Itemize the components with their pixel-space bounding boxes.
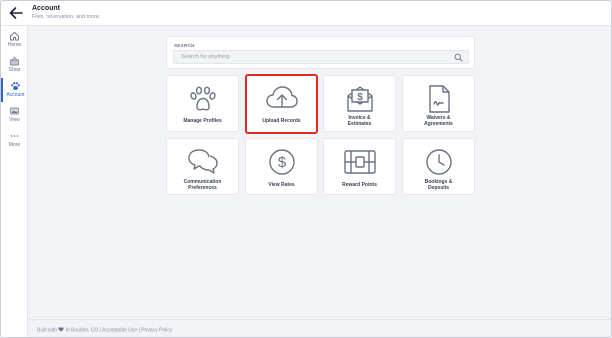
- footer-text: Built with in Boulder, CO | Acceptable U…: [37, 327, 172, 334]
- search-label: SEARCH: [174, 43, 195, 48]
- sidebar-item-shop[interactable]: Shop: [1, 53, 28, 77]
- tile-waivers-agreements[interactable]: Waivers & Agreements: [402, 75, 475, 132]
- back-arrow-icon[interactable]: [8, 5, 24, 21]
- tile-label-2: Agreements: [424, 121, 453, 127]
- sidebar-item-label: Shop: [8, 67, 21, 73]
- tile-label-2: Deposits: [427, 185, 450, 191]
- heart-icon: [58, 327, 65, 332]
- footer-built-with: Built with: [37, 327, 58, 334]
- document-sign-icon: [428, 85, 450, 113]
- chat-bubbles-icon: [187, 149, 218, 174]
- sidebar-item-label: Account: [6, 92, 25, 98]
- footer-separator: |: [138, 327, 140, 334]
- search-box: [173, 50, 469, 64]
- tile-view-rates[interactable]: $ View Rates: [245, 138, 318, 195]
- tile-reward-points[interactable]: Reward Points: [323, 138, 396, 195]
- tile-bookings-deposits[interactable]: Bookings & Deposits: [402, 138, 475, 195]
- home-icon: [10, 31, 19, 41]
- privacy-policy-link[interactable]: Privacy Policy: [141, 328, 172, 334]
- tile-label-2: Preferences: [188, 185, 217, 191]
- clock-icon: [425, 149, 452, 175]
- tile-manage-profiles[interactable]: Manage Profiles: [166, 75, 239, 132]
- sidebar-item-account[interactable]: Account: [1, 78, 28, 102]
- search-card: SEARCH: [166, 36, 475, 69]
- search-input[interactable]: [174, 51, 454, 63]
- dollar-circle-icon: $: [268, 149, 295, 175]
- tile-label-2: Estimates: [347, 121, 372, 127]
- paw-icon: [189, 86, 216, 111]
- more-icon: [10, 135, 19, 137]
- tile-label: Reward Points: [342, 182, 377, 188]
- sidebar-nav: Home Shop Account View More: [1, 26, 28, 337]
- svg-text:$: $: [277, 154, 286, 171]
- footer-location: in Boulder, CO |: [65, 327, 102, 334]
- view-icon: [10, 107, 19, 115]
- shop-icon: [10, 56, 19, 66]
- search-icon[interactable]: [454, 53, 463, 62]
- tile-upload-records[interactable]: Upload Records: [245, 74, 318, 134]
- acceptable-use-link[interactable]: Acceptable Use: [102, 328, 137, 334]
- paw-icon: [11, 82, 20, 90]
- tile-invoice-estimates[interactable]: $ Invoice & Estimates: [323, 75, 396, 132]
- page-header: Account Files, reservation, and more.: [1, 1, 611, 26]
- cloud-upload-icon: [265, 86, 298, 108]
- tile-label: Upload Records: [262, 118, 301, 124]
- tile-label: Manage Profiles: [183, 118, 222, 124]
- sidebar-item-home[interactable]: Home: [1, 28, 28, 52]
- tile-communication-preferences[interactable]: Communication Preferences: [166, 138, 239, 195]
- page-title: Account: [32, 5, 60, 12]
- sidebar-item-more[interactable]: More: [1, 128, 28, 152]
- reward-box-icon: [343, 150, 376, 174]
- tile-label: View Rates: [268, 182, 295, 188]
- svg-text:$: $: [357, 92, 363, 103]
- sidebar-item-label: Home: [7, 42, 22, 48]
- app-window: Account Files, reservation, and more. Ho…: [0, 0, 612, 338]
- page-subtitle: Files, reservation, and more.: [32, 14, 101, 20]
- page-footer: Built with in Boulder, CO | Acceptable U…: [29, 319, 611, 337]
- sidebar-item-label: View: [9, 117, 20, 123]
- sidebar-item-label: More: [8, 142, 21, 148]
- invoice-dollar-icon: $: [346, 86, 373, 112]
- sidebar-item-view[interactable]: View: [1, 103, 28, 127]
